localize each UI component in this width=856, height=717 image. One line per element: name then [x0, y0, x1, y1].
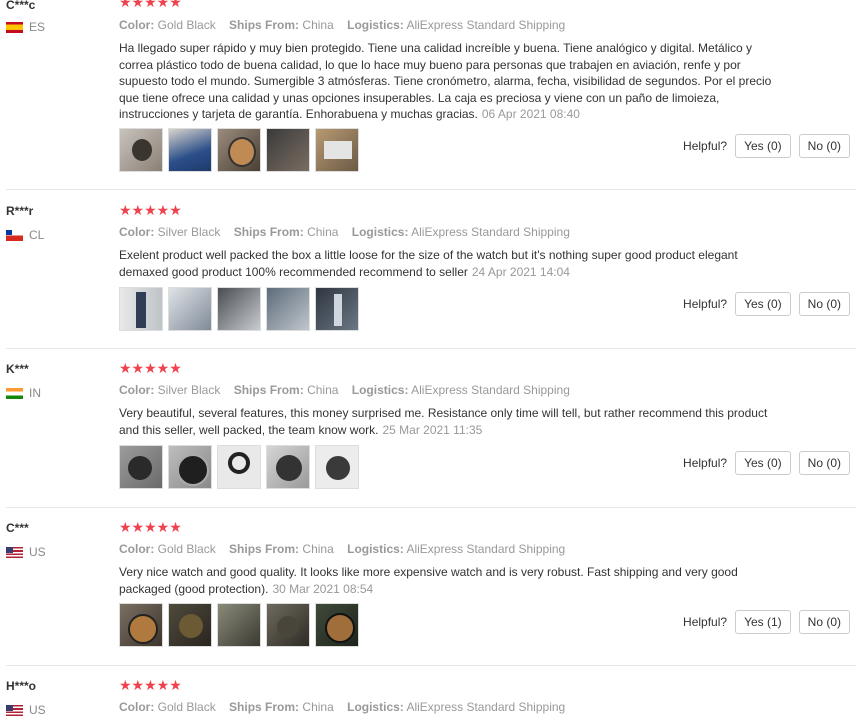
- helpful-yes-button[interactable]: Yes (0): [735, 292, 791, 316]
- helpful-section: Helpful? Yes (0) No (0): [683, 134, 850, 158]
- reviewer-name: R***r: [6, 204, 34, 218]
- country-code: CL: [29, 228, 45, 242]
- review-photo[interactable]: [217, 128, 261, 172]
- review-photo[interactable]: [119, 287, 163, 331]
- country-code: ES: [29, 20, 46, 34]
- review-photo[interactable]: [168, 445, 212, 489]
- reviewer-name: C***c: [6, 0, 36, 12]
- star-rating: ★★★★★: [119, 677, 182, 693]
- helpful-section: Helpful? Yes (1) No (0): [683, 610, 850, 634]
- review-photos: [119, 603, 359, 647]
- review-attributes: Color: Gold Black Ships From: China Logi…: [119, 542, 566, 556]
- review-photos: [119, 445, 359, 489]
- review-text: Very nice watch and good quality. It loo…: [119, 565, 738, 596]
- review-photo[interactable]: [315, 445, 359, 489]
- helpful-label: Helpful?: [683, 456, 728, 470]
- helpful-yes-button[interactable]: Yes (0): [735, 451, 791, 475]
- divider: [6, 665, 856, 666]
- review-attributes: Color: Gold Black Ships From: China Logi…: [119, 18, 566, 32]
- helpful-no-button[interactable]: No (0): [798, 134, 850, 158]
- india-flag-icon: [6, 387, 23, 399]
- review-text: Very beautiful, several features, this m…: [119, 406, 768, 437]
- review-attributes: Color: Silver Black Ships From: China Lo…: [119, 383, 570, 397]
- usa-flag-icon: [6, 704, 23, 716]
- star-rating: ★★★★★: [119, 360, 182, 376]
- star-rating: ★★★★★: [119, 202, 182, 218]
- divider: [6, 507, 856, 508]
- review-date: 30 Mar 2021 08:54: [272, 581, 374, 596]
- reviewer-country: CL: [6, 228, 44, 242]
- review-photo[interactable]: [315, 287, 359, 331]
- helpful-label: Helpful?: [683, 615, 728, 629]
- divider: [6, 348, 856, 349]
- review-photo[interactable]: [217, 603, 261, 647]
- review-photo[interactable]: [168, 603, 212, 647]
- review-photo[interactable]: [217, 287, 261, 331]
- review-date: 25 Mar 2021 11:35: [382, 422, 483, 437]
- reviewer-country: US: [6, 545, 46, 559]
- helpful-no-button[interactable]: No (0): [798, 451, 850, 475]
- review-photo[interactable]: [168, 287, 212, 331]
- reviewer-name: C***: [6, 521, 29, 535]
- review-photo[interactable]: [119, 128, 163, 172]
- review-photo[interactable]: [217, 445, 261, 489]
- spain-flag-icon: [6, 21, 23, 33]
- review-date: 06 Apr 2021 08:40: [481, 107, 580, 121]
- reviewer-country: ES: [6, 20, 45, 34]
- reviewer-country: IN: [6, 386, 41, 400]
- review-photos: [119, 128, 359, 172]
- country-code: IN: [29, 386, 41, 400]
- reviewer-name: H***o: [6, 679, 37, 693]
- country-code: US: [29, 703, 46, 717]
- review-photo[interactable]: [315, 603, 359, 647]
- review-photo[interactable]: [315, 128, 359, 172]
- helpful-no-button[interactable]: No (0): [798, 292, 850, 316]
- divider: [6, 189, 856, 190]
- review-attributes: Color: Gold Black Ships From: China Logi…: [119, 700, 566, 714]
- review-photo[interactable]: [119, 445, 163, 489]
- helpful-section: Helpful? Yes (0) No (0): [683, 451, 850, 475]
- review-photo[interactable]: [266, 128, 310, 172]
- chile-flag-icon: [6, 229, 23, 241]
- review-text: Exelent product well packed the box a li…: [119, 248, 738, 279]
- review-date: 24 Apr 2021 14:04: [471, 264, 570, 279]
- helpful-yes-button[interactable]: Yes (0): [735, 134, 791, 158]
- reviewer-country: US: [6, 703, 46, 717]
- review-photo[interactable]: [266, 603, 310, 647]
- helpful-section: Helpful? Yes (0) No (0): [683, 292, 850, 316]
- helpful-yes-button[interactable]: Yes (1): [735, 610, 791, 634]
- review-photos: [119, 287, 359, 331]
- star-rating: ★★★★★: [119, 519, 182, 535]
- review-photo[interactable]: [266, 287, 310, 331]
- review-photo[interactable]: [119, 603, 163, 647]
- reviewer-name: K***: [6, 362, 29, 376]
- review-attributes: Color: Silver Black Ships From: China Lo…: [119, 225, 570, 239]
- review-photo[interactable]: [266, 445, 310, 489]
- helpful-label: Helpful?: [683, 297, 728, 311]
- country-code: US: [29, 545, 46, 559]
- helpful-no-button[interactable]: No (0): [798, 610, 850, 634]
- usa-flag-icon: [6, 546, 23, 558]
- review-photo[interactable]: [168, 128, 212, 172]
- review-text: Ha llegado super rápido y muy bien prote…: [119, 41, 772, 121]
- helpful-label: Helpful?: [683, 139, 728, 153]
- star-rating: ★★★★★: [119, 0, 182, 10]
